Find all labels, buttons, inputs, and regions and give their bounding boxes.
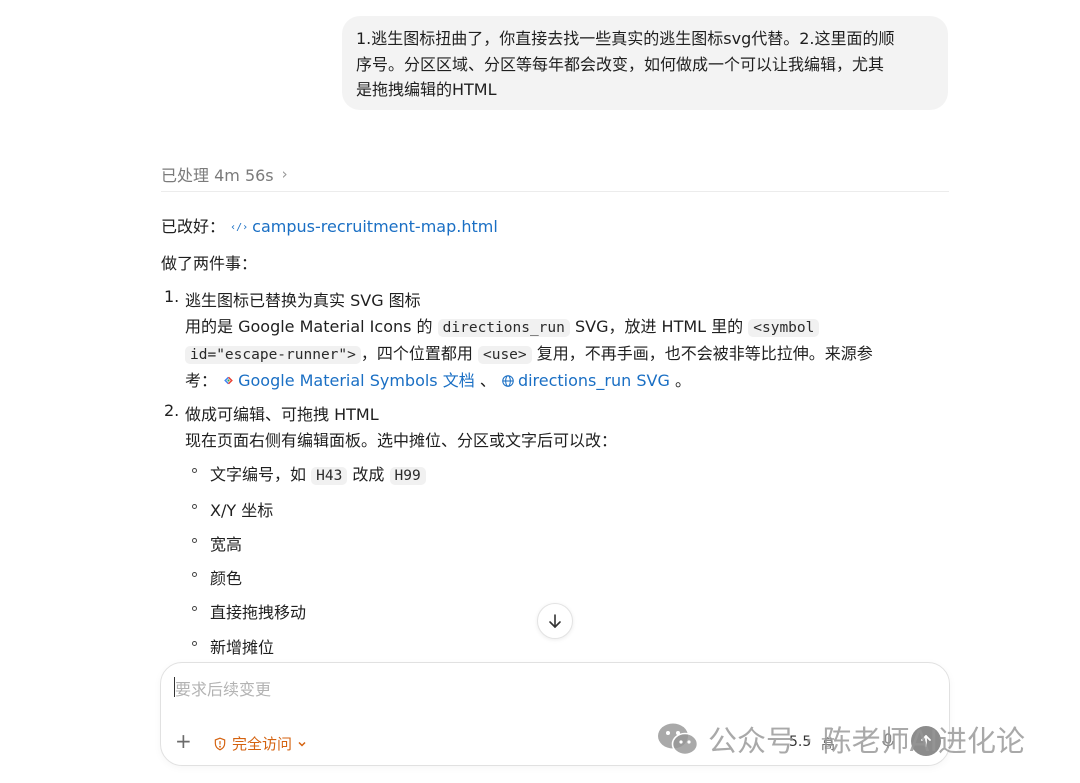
link-text: directions_run SVG — [517, 371, 670, 390]
text-span: SVG，放进 HTML 里的 — [574, 317, 744, 336]
message-input[interactable] — [173, 675, 777, 703]
bullet — [192, 641, 197, 646]
item-1-line-2: id="escape-runner"> ，四个位置都用 <use> 复用，不再手画… — [185, 340, 873, 364]
divider — [161, 191, 949, 192]
item-2-number: 2. — [164, 401, 180, 420]
chevron-down-icon — [298, 741, 306, 747]
text-span: 、 — [479, 371, 496, 390]
bullet-text: 宽高 — [210, 535, 243, 554]
plus-icon: + — [175, 729, 192, 753]
svg-source-link[interactable]: directions_run SVG — [501, 371, 675, 390]
link-text: Google Material Symbols 文档 — [238, 371, 475, 390]
inline-code: directions_run — [437, 319, 570, 337]
bullet-text: 颜色 — [210, 569, 243, 588]
item-1-line-3: 考： Google Material Symbols 文档 、 directio… — [185, 367, 691, 391]
changed-line: 已改好： ‹/› campus-recruitment-map.html — [161, 213, 498, 237]
processed-label: 已处理 4m 56s — [161, 166, 274, 185]
attach-button[interactable]: + — [175, 731, 192, 751]
inline-code: H43 — [311, 467, 348, 485]
text-span: 复用，不再手画，也不会被非等比拉伸。来源参 — [536, 344, 873, 363]
globe-icon — [502, 375, 514, 387]
inline-code: <symbol — [748, 319, 820, 337]
bullet — [192, 504, 197, 509]
file-link[interactable]: ‹/› campus-recruitment-map.html — [230, 217, 498, 236]
user-message-line: 序号。分区区域、分区等每年都会改变，如何做成一个可以让我编辑，尤其 — [356, 54, 885, 74]
file-link-text: campus-recruitment-map.html — [252, 217, 498, 236]
text-span: 。 — [674, 371, 691, 390]
text-span: 用的是 Google Material Icons 的 — [185, 317, 433, 336]
text-span: ，四个位置都用 — [360, 344, 473, 363]
inline-code: id="escape-runner"> — [185, 346, 361, 364]
bullet-text: 文字编号，如 H43 改成 H99 — [210, 461, 426, 485]
text-span: 考： — [185, 371, 218, 390]
bullet — [192, 572, 197, 577]
bullet — [192, 538, 197, 543]
chat-page: 1.逃生图标扭曲了，你直接去找一些真实的逃生图标svg代替。2.这里面的顺 序号… — [0, 0, 1080, 783]
user-message-bubble: 1.逃生图标扭曲了，你直接去找一些真实的逃生图标svg代替。2.这里面的顺 序号… — [342, 16, 948, 110]
user-message-line: 是拖拽编辑的HTML — [356, 80, 497, 99]
watermark-text: 公众号 · 陈老师AI进化论 — [708, 724, 1026, 758]
user-message-line: 1.逃生图标扭曲了，你直接去找一些真实的逃生图标svg代替。2.这里面的顺 — [356, 29, 895, 48]
shield-warning-icon — [214, 737, 226, 750]
item-2-title: 做成可编辑、可拖拽 HTML — [185, 405, 379, 424]
chevron-right-icon: › — [281, 165, 288, 183]
wechat-icon — [658, 723, 699, 756]
text-span: 改成 — [352, 465, 385, 484]
item-2-description: 现在页面右侧有编辑面板。选中摊位、分区或文字后可以改： — [185, 431, 618, 450]
access-mode-dropdown[interactable]: 完全访问 — [213, 733, 307, 754]
bullet-text: 直接拖拽移动 — [210, 603, 307, 622]
item-1-number: 1. — [164, 287, 180, 306]
inline-code: <use> — [477, 346, 532, 364]
bullet — [192, 606, 197, 611]
changed-prefix: 已改好： — [161, 217, 226, 236]
bullet — [192, 468, 197, 473]
item-1-title: 逃生图标已替换为真实 SVG 图标 — [185, 291, 421, 310]
access-label: 完全访问 — [232, 735, 293, 753]
text-span: 文字编号，如 — [210, 465, 307, 484]
inline-code: H99 — [389, 467, 426, 485]
bullet-text: 新增摊位 — [210, 638, 275, 657]
scroll-to-bottom-button[interactable] — [537, 603, 573, 639]
processed-toggle[interactable]: 已处理 4m 56s › — [161, 162, 288, 186]
code-file-icon: ‹/› — [230, 222, 249, 233]
intro-text: 做了两件事： — [161, 254, 258, 273]
google-icon — [224, 376, 233, 385]
arrow-down-icon — [549, 614, 561, 628]
google-docs-link[interactable]: Google Material Symbols 文档 — [222, 371, 480, 390]
watermark: 公众号 · 陈老师AI进化论 — [656, 718, 1025, 760]
item-1-line-1: 用的是 Google Material Icons 的 directions_r… — [185, 313, 820, 337]
bullet-text: X/Y 坐标 — [210, 501, 274, 520]
